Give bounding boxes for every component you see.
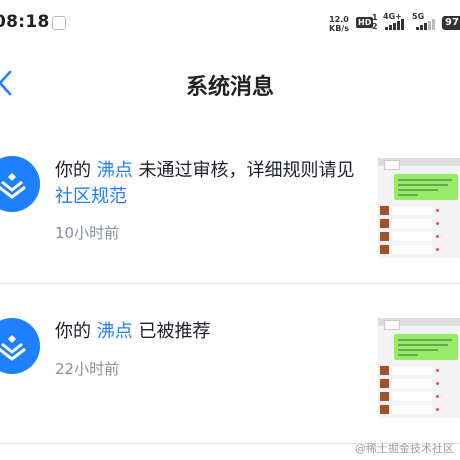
message-thumbnail[interactable]	[378, 318, 460, 418]
hd-voice-icon: HD	[356, 17, 374, 28]
notification-icon	[52, 16, 66, 30]
community-rules-link[interactable]: 社区规范	[55, 186, 127, 207]
message-text: 你的 沸点 未通过审核，详细规则请见社区规范	[55, 160, 355, 207]
juejin-logo-avatar	[0, 318, 40, 374]
boiling-point-link[interactable]: 沸点	[97, 160, 133, 181]
divider	[0, 283, 460, 284]
sim2-signal-icon	[416, 19, 435, 30]
boiling-point-link[interactable]: 沸点	[97, 321, 133, 342]
battery-icon: 97	[442, 16, 460, 30]
watermark: @稀土掘金技术社区	[355, 442, 454, 455]
network-speed: 12.0 KB/s	[329, 15, 349, 33]
status-bar: 08:18 12.0 KB/s HD 1 2 4G+ 5G 97	[0, 0, 460, 50]
message-thumbnail[interactable]	[378, 158, 460, 258]
juejin-logo-icon	[0, 335, 26, 361]
juejin-logo-icon	[0, 173, 26, 199]
page-title: 系统消息	[185, 75, 274, 100]
message-text: 你的 沸点 已被推荐	[55, 321, 211, 342]
status-time: 08:18	[0, 12, 50, 32]
sim1-signal-icon	[385, 19, 404, 30]
hd-sim-indicator: 1 2	[372, 13, 378, 31]
message-time: 22小时前	[55, 360, 120, 378]
page-header: 系统消息	[0, 55, 460, 111]
juejin-logo-avatar	[0, 156, 40, 212]
message-time: 10小时前	[55, 224, 120, 242]
message-item[interactable]: 你的 沸点 已被推荐 22小时前	[0, 312, 460, 432]
message-item[interactable]: 你的 沸点 未通过审核，详细规则请见社区规范 10小时前	[0, 150, 460, 280]
